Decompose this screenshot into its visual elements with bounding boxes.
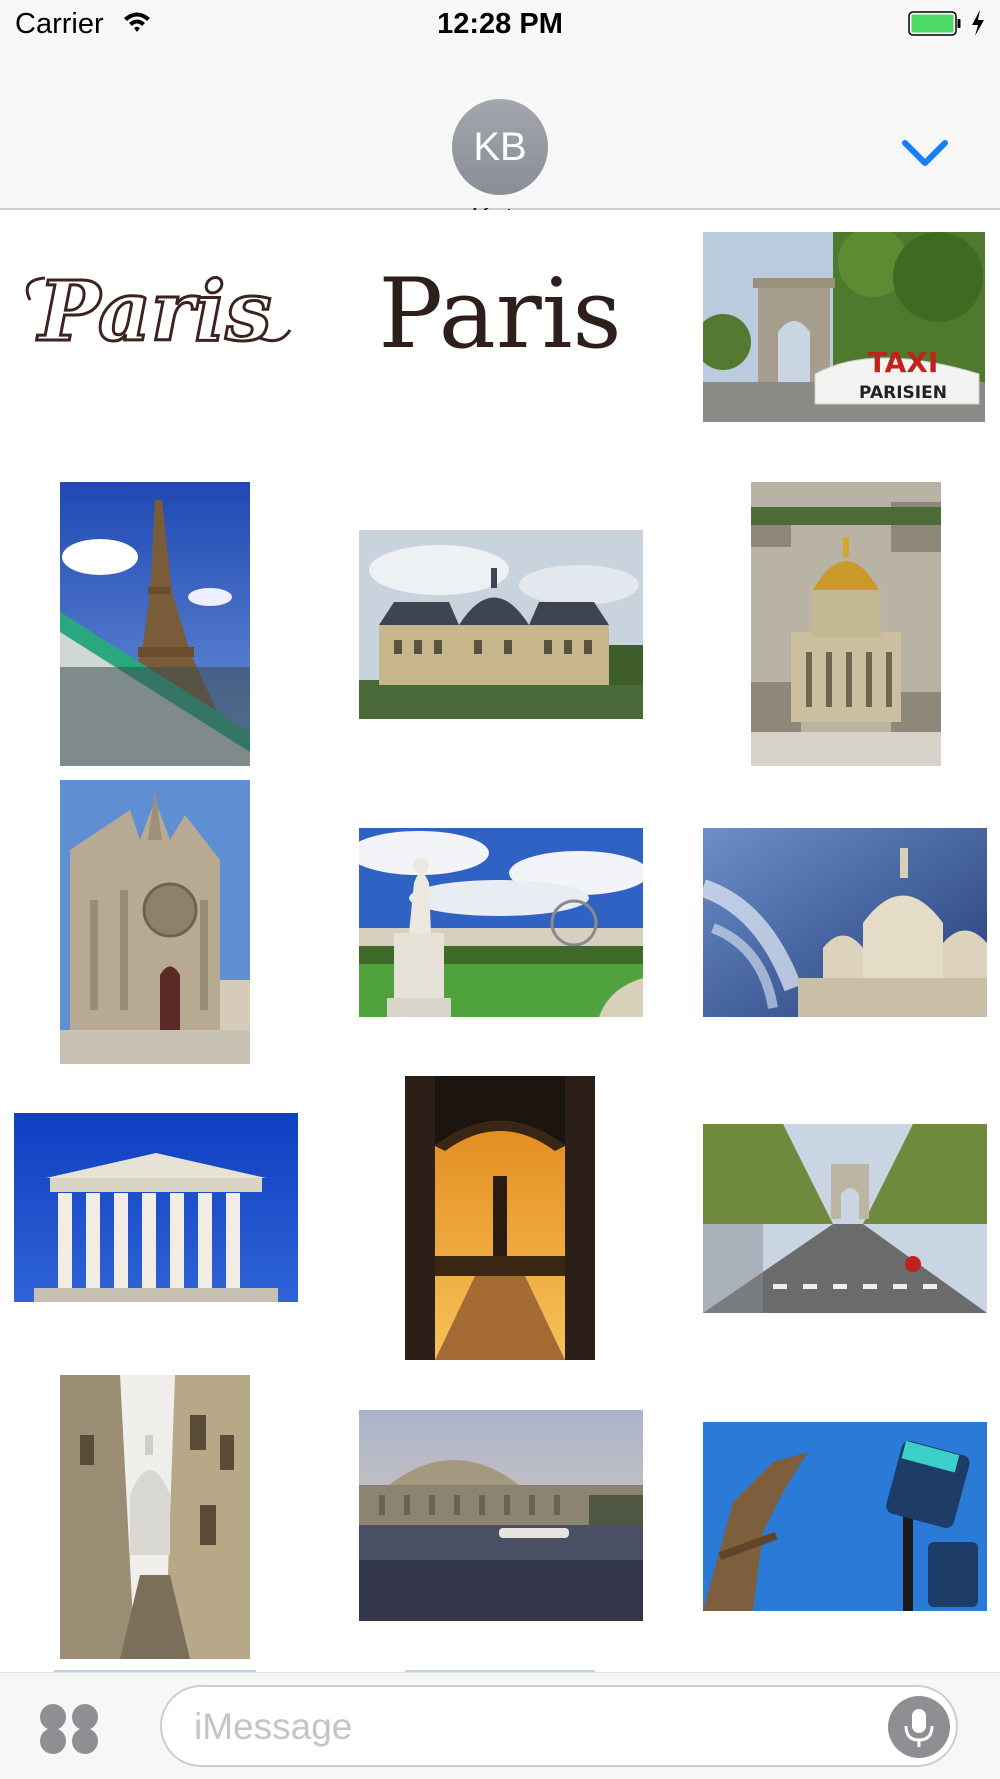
la-madeleine-church-sticker[interactable]	[14, 1113, 298, 1302]
battery-icon	[908, 11, 961, 36]
chateau-vaux-le-vicomte-sticker[interactable]	[359, 530, 643, 719]
paris-ornate-text-sticker[interactable]: Paris	[10, 260, 300, 360]
eiffel-tower-tram-sticker[interactable]	[60, 482, 250, 766]
sacre-coeur-sticker[interactable]	[703, 828, 987, 1017]
paris-serif-text: Paris	[378, 258, 621, 365]
compose-bar	[0, 1672, 1000, 1779]
montmartre-alley-sticker[interactable]	[60, 1375, 250, 1659]
paris-serif-text-sticker[interactable]: Paris	[355, 255, 645, 365]
clock: 12:28 PM	[437, 8, 563, 40]
sticker-grid: Paris Paris TAXI PARISIEN	[0, 210, 1000, 1672]
microphone-button[interactable]	[888, 1696, 950, 1758]
message-input[interactable]	[192, 1699, 876, 1755]
les-invalides-dome-sticker[interactable]	[751, 482, 941, 766]
app-drawer-icon[interactable]	[38, 1703, 100, 1755]
microphone-icon	[904, 1709, 934, 1747]
champs-elysees-sticker[interactable]	[703, 1124, 987, 1313]
conversation-header: KB Kate	[0, 50, 1000, 233]
charging-icon	[972, 10, 984, 36]
status-bar: Carrier 12:28 PM	[0, 0, 1000, 50]
eiffel-tower-metro-sign-sticker[interactable]	[703, 1422, 987, 1611]
chevron-down-icon[interactable]	[900, 134, 950, 174]
place-vendome-doorway-sticker[interactable]	[405, 1076, 595, 1360]
arc-de-triomphe-taxi-sticker[interactable]: TAXI PARISIEN	[703, 232, 985, 422]
sainte-chapelle-sticker[interactable]	[60, 780, 250, 1064]
taxi-sign-line2: PARISIEN	[859, 383, 947, 403]
paris-ornate-text: Paris	[36, 264, 271, 360]
taxi-sign-line1: TAXI	[868, 346, 939, 379]
contact-avatar[interactable]: KB	[452, 99, 548, 195]
musee-d-orsay-seine-sticker[interactable]	[359, 1410, 643, 1621]
tuileries-garden-statue-sticker[interactable]	[359, 828, 643, 1017]
message-field[interactable]	[160, 1685, 958, 1767]
